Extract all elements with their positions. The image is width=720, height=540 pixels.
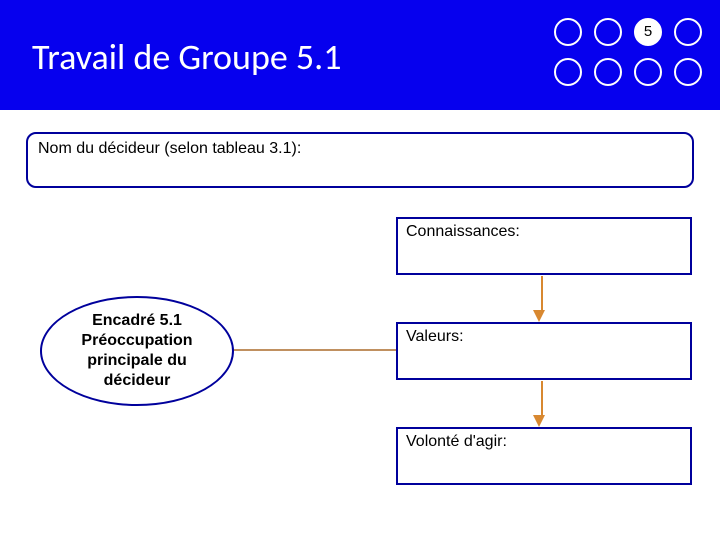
will-box: Volonté d'agir: bbox=[396, 427, 692, 485]
dot-icon bbox=[634, 58, 662, 86]
slide-title: Travail de Groupe 5.1 bbox=[32, 35, 342, 79]
main-concern-oval: Encadré 5.1 Préoccupation principale du … bbox=[40, 296, 234, 406]
knowledge-label: Connaissances: bbox=[406, 223, 682, 241]
dot-icon bbox=[554, 58, 582, 86]
arrow-down-icon bbox=[538, 276, 545, 322]
slide-header: Travail de Groupe 5.1 5 bbox=[0, 0, 720, 110]
will-label: Volonté d'agir: bbox=[406, 433, 682, 451]
oval-text: Encadré 5.1 Préoccupation principale du … bbox=[56, 311, 218, 391]
dot-icon bbox=[674, 58, 702, 86]
knowledge-box: Connaissances: bbox=[396, 217, 692, 275]
decision-maker-name-box: Nom du décideur (selon tableau 3.1): bbox=[26, 132, 694, 188]
dot-icon bbox=[554, 18, 582, 46]
values-box: Valeurs: bbox=[396, 322, 692, 380]
arrow-down-icon bbox=[538, 381, 545, 427]
slide-number: 5 bbox=[644, 23, 652, 40]
dot-icon bbox=[594, 58, 622, 86]
slide-number-dot: 5 bbox=[634, 18, 662, 46]
connector-line bbox=[232, 349, 398, 351]
values-label: Valeurs: bbox=[406, 328, 682, 346]
dot-icon bbox=[674, 18, 702, 46]
slide-dot-grid: 5 bbox=[554, 18, 708, 92]
dot-icon bbox=[594, 18, 622, 46]
name-label: Nom du décideur (selon tableau 3.1): bbox=[38, 140, 682, 158]
